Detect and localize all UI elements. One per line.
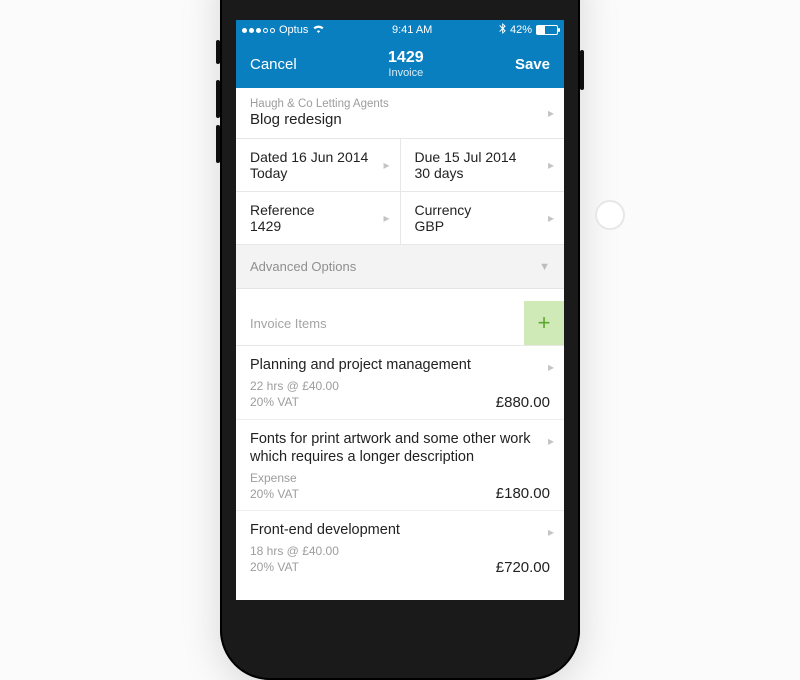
invoice-items-label: Invoice Items bbox=[250, 302, 327, 345]
chevron-right-icon: ▸ bbox=[383, 211, 389, 225]
chevron-right-icon: ▸ bbox=[548, 106, 554, 120]
invoice-items-header: Invoice Items + bbox=[236, 301, 564, 346]
client-row[interactable]: Haugh & Co Letting Agents Blog redesign … bbox=[236, 88, 564, 139]
chevron-right-icon: ▸ bbox=[548, 158, 554, 172]
invoice-item[interactable]: Planning and project management 22 hrs @… bbox=[236, 346, 564, 420]
cancel-button[interactable]: Cancel bbox=[250, 56, 297, 73]
nav-title: 1429 Invoice bbox=[388, 49, 424, 79]
battery-icon bbox=[536, 25, 558, 35]
chevron-right-icon: ▸ bbox=[548, 211, 554, 225]
carrier-label: Optus bbox=[279, 24, 308, 36]
reference-value: 1429 bbox=[250, 218, 386, 234]
power-button bbox=[580, 50, 584, 90]
advanced-options-row[interactable]: Advanced Options ▼ bbox=[236, 245, 564, 289]
chevron-right-icon: ▸ bbox=[383, 158, 389, 172]
chevron-right-icon: ▸ bbox=[548, 360, 554, 374]
signal-dots-icon bbox=[242, 28, 275, 33]
item-title: Planning and project management bbox=[250, 356, 550, 374]
client-name: Haugh & Co Letting Agents bbox=[250, 98, 550, 110]
annotation-circle bbox=[595, 200, 625, 230]
wifi-icon bbox=[312, 24, 325, 36]
item-title: Front-end development bbox=[250, 521, 550, 539]
item-price: £720.00 bbox=[496, 559, 550, 576]
currency-value: GBP bbox=[415, 218, 551, 234]
dated-label: Dated 16 Jun 2014 bbox=[250, 149, 386, 165]
dated-cell[interactable]: Dated 16 Jun 2014 Today ▸ bbox=[236, 139, 401, 191]
volume-up-button bbox=[216, 80, 220, 118]
advanced-options-label: Advanced Options bbox=[250, 259, 356, 274]
item-price: £880.00 bbox=[496, 394, 550, 411]
volume-down-button bbox=[216, 125, 220, 163]
bluetooth-icon bbox=[499, 23, 506, 37]
due-cell[interactable]: Due 15 Jul 2014 30 days ▸ bbox=[401, 139, 565, 191]
item-title: Fonts for print artwork and some other w… bbox=[250, 430, 550, 466]
dated-value: Today bbox=[250, 165, 386, 181]
screen: Optus 9:41 AM 42% Cancel 1429 Invoice Sa… bbox=[236, 20, 564, 600]
save-button[interactable]: Save bbox=[515, 56, 550, 73]
project-name: Blog redesign bbox=[250, 111, 550, 128]
chevron-right-icon: ▸ bbox=[548, 525, 554, 539]
invoice-item[interactable]: Front-end development 18 hrs @ £40.00 20… bbox=[236, 511, 564, 584]
invoice-number: 1429 bbox=[388, 49, 424, 67]
section-gap bbox=[236, 289, 564, 301]
content-scroll[interactable]: Haugh & Co Letting Agents Blog redesign … bbox=[236, 88, 564, 600]
currency-cell[interactable]: Currency GBP ▸ bbox=[401, 192, 565, 244]
item-price: £180.00 bbox=[496, 485, 550, 502]
currency-label: Currency bbox=[415, 202, 551, 218]
due-value: 30 days bbox=[415, 165, 551, 181]
status-bar: Optus 9:41 AM 42% bbox=[236, 20, 564, 40]
phone-frame: Optus 9:41 AM 42% Cancel 1429 Invoice Sa… bbox=[220, 0, 580, 680]
plus-icon: + bbox=[538, 310, 551, 336]
mute-switch bbox=[216, 40, 220, 64]
battery-pct: 42% bbox=[510, 24, 532, 36]
invoice-item[interactable]: Fonts for print artwork and some other w… bbox=[236, 420, 564, 512]
clock: 9:41 AM bbox=[392, 24, 432, 36]
reference-cell[interactable]: Reference 1429 ▸ bbox=[236, 192, 401, 244]
reference-label: Reference bbox=[250, 202, 386, 218]
add-item-button[interactable]: + bbox=[524, 301, 564, 345]
due-label: Due 15 Jul 2014 bbox=[415, 149, 551, 165]
invoice-subtitle: Invoice bbox=[388, 67, 424, 79]
chevron-down-icon: ▼ bbox=[539, 261, 550, 273]
chevron-right-icon: ▸ bbox=[548, 434, 554, 448]
nav-bar: Cancel 1429 Invoice Save bbox=[236, 40, 564, 88]
